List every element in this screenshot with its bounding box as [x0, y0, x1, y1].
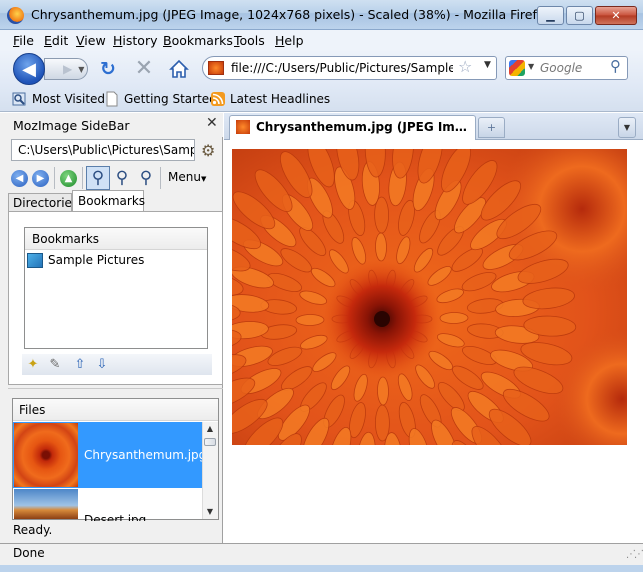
sidebar-status: Ready. [13, 523, 53, 537]
bookmark-most-visited[interactable]: Most Visited [32, 92, 105, 106]
home-icon [169, 59, 189, 78]
stop-button[interactable]: ✕ [133, 58, 155, 80]
stop-icon: ✕ [134, 56, 154, 81]
toolbar-separator [160, 167, 161, 189]
forward-arrow-icon: ▶ [63, 62, 73, 76]
tab-bookmarks[interactable]: Bookmarks [72, 190, 145, 212]
toolbar-separator [54, 167, 55, 189]
menu-edit[interactable]: Edit [44, 33, 68, 48]
forward-button[interactable]: ▶ ▼ [44, 58, 88, 80]
tab-title[interactable]: Chrysanthemum.jpg (JPEG Image, 1024x768 … [256, 120, 471, 134]
back-arrow-icon: ◀ [22, 58, 36, 80]
rss-feed-icon [210, 91, 226, 107]
page-icon [104, 91, 120, 107]
scroll-thumb[interactable] [204, 438, 216, 446]
smart-bookmark-icon [11, 91, 27, 107]
files-column-header[interactable]: Files [13, 399, 218, 421]
zoom-out-icon: ⚲ [139, 168, 153, 188]
minimize-button[interactable]: ▁ [537, 6, 564, 25]
chevron-down-icon: ▼ [200, 175, 207, 183]
firefox-logo-icon [7, 7, 24, 24]
bookmark-star-icon[interactable]: ☆ [458, 57, 472, 76]
add-bookmark-icon: ✦ [27, 356, 39, 372]
file-thumbnail[interactable] [14, 423, 78, 487]
displayed-image[interactable] [232, 149, 627, 445]
status-text: Done [13, 546, 45, 560]
toolbar-separator [82, 167, 83, 189]
sidebar-forward-button[interactable]: ▶ [32, 170, 49, 187]
status-bar [0, 543, 643, 565]
search-input[interactable]: Google [540, 61, 582, 75]
menu-bookmarks[interactable]: Bookmarks [163, 33, 233, 48]
gear-icon[interactable]: ⚙ [201, 141, 215, 160]
directory-path-input[interactable]: C:\Users\Public\Pictures\Sample Pictures [11, 139, 195, 161]
window-bottom-border [0, 565, 643, 572]
delete-bookmark-icon: ✎ [49, 356, 61, 372]
bookmark-getting-started[interactable]: Getting Started [124, 92, 217, 106]
sidebar-back-button[interactable]: ◀ [11, 170, 28, 187]
chrysanthemum-image [232, 149, 627, 445]
bookmark-latest-headlines[interactable]: Latest Headlines [230, 92, 330, 106]
google-engine-icon[interactable] [509, 60, 525, 76]
down-arrow-icon: ⇩ [96, 356, 108, 372]
zoom-fit-icon: ⚲ [91, 168, 105, 188]
zoom-out-button[interactable]: ⚲ [134, 166, 158, 190]
window-title: Chrysanthemum.jpg (JPEG Image, 1024x768 … [31, 7, 552, 22]
menu-file[interactable]: File [13, 33, 34, 48]
search-engine-dropdown[interactable]: ▼ [528, 62, 534, 71]
page-favicon-icon [208, 61, 224, 75]
forward-arrow-icon: ▶ [36, 173, 45, 184]
move-up-button[interactable]: ⇧ [72, 356, 88, 372]
tab-list-button[interactable]: ▼ [618, 117, 636, 138]
file-thumbnail[interactable] [14, 489, 78, 519]
menu-view[interactable]: View [76, 33, 106, 48]
chevron-down-icon: ▼ [623, 123, 631, 132]
menu-history[interactable]: History [113, 33, 157, 48]
search-icon[interactable]: ⚲ [610, 57, 621, 75]
parent-folder-button[interactable]: ▲ [60, 170, 77, 187]
scroll-up-icon[interactable]: ▲ [203, 422, 217, 436]
file-name[interactable]: Chrysanthemum.jpg [84, 448, 206, 462]
menu-bar: File Edit View History Bookmarks Tools H… [0, 30, 643, 50]
new-tab-button[interactable]: + [478, 117, 505, 138]
petal [377, 376, 389, 406]
panel-splitter[interactable] [8, 388, 223, 394]
resize-grip-icon[interactable]: ⋰⋰ [626, 549, 643, 560]
close-button[interactable]: ✕ [595, 6, 637, 25]
tab-directories[interactable]: Directories [8, 193, 78, 212]
up-arrow-icon: ⇧ [74, 356, 86, 372]
zoom-fit-button[interactable]: ⚲ [86, 166, 110, 190]
menu-help[interactable]: Help [275, 33, 304, 48]
bookmarks-column-header[interactable]: Bookmarks [25, 228, 207, 250]
tab-favicon-icon [236, 120, 250, 134]
zoom-in-icon: ⚲ [115, 168, 129, 188]
petal [439, 312, 469, 324]
folder-bookmark-icon [27, 253, 43, 268]
add-bookmark-button[interactable]: ✦ [25, 356, 41, 372]
sidebar-close-icon[interactable]: ✕ [206, 115, 218, 131]
move-down-button[interactable]: ⇩ [94, 356, 110, 372]
reload-icon: ↻ [100, 58, 116, 80]
delete-bookmark-button[interactable]: ✎ [47, 356, 63, 372]
reload-button[interactable]: ↻ [97, 58, 119, 80]
home-button[interactable] [168, 58, 190, 80]
zoom-in-button[interactable]: ⚲ [110, 166, 134, 190]
url-input[interactable]: file:///C:/Users/Public/Pictures/Sample … [231, 61, 453, 75]
petal [295, 314, 325, 326]
back-button[interactable]: ◀ [13, 53, 45, 85]
up-arrow-icon: ▲ [64, 173, 73, 184]
scroll-down-icon[interactable]: ▼ [203, 505, 217, 519]
sidebar-title: MozImage SideBar [13, 118, 130, 133]
maximize-button[interactable]: ▢ [566, 6, 593, 25]
sidebar-menu-button[interactable]: Menu▼ [168, 170, 206, 184]
petal [375, 232, 387, 262]
bookmark-item-sample-pictures[interactable]: Sample Pictures [48, 253, 144, 267]
url-history-dropdown[interactable]: ▼ [484, 60, 491, 70]
back-arrow-icon: ◀ [15, 173, 24, 184]
menu-tools[interactable]: Tools [234, 33, 265, 48]
chevron-down-icon: ▼ [78, 64, 85, 74]
